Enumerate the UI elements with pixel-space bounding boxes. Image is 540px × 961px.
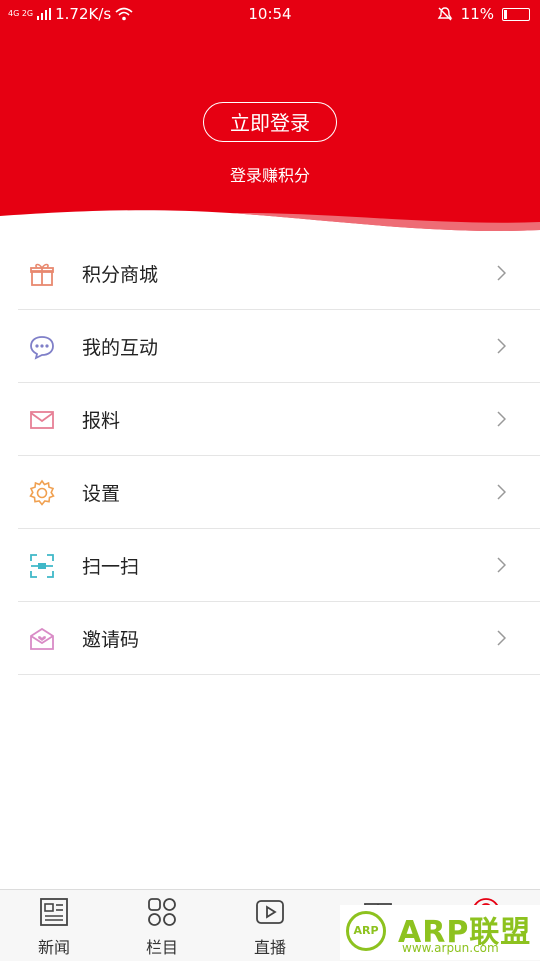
gear-icon <box>29 479 55 506</box>
gift-icon <box>30 263 54 286</box>
menu-item-my-interaction[interactable]: 我的互动 <box>18 310 540 383</box>
menu-item-settings[interactable]: 设置 <box>18 456 540 529</box>
menu-item-report-tip[interactable]: 报料 <box>18 383 540 456</box>
menu-item-label: 设置 <box>82 482 121 505</box>
tab-label: 直播 <box>253 938 286 957</box>
menu-item-label: 邀请码 <box>82 628 140 651</box>
tab-label: 栏目 <box>145 938 178 957</box>
menu-item-label: 报料 <box>82 409 121 432</box>
battery-percent: 11% <box>460 5 494 23</box>
menu-item-label: 我的互动 <box>82 336 159 359</box>
arp-url: www.arpun.com <box>402 941 499 955</box>
scan-icon <box>30 554 54 578</box>
login-button[interactable]: 立即登录 <box>203 102 337 142</box>
chevron-right-icon <box>497 557 506 573</box>
battery-icon <box>502 7 530 21</box>
tab-news[interactable]: 新闻 <box>0 890 108 961</box>
chevron-right-icon <box>497 265 506 281</box>
tab-label: 新闻 <box>37 938 70 957</box>
mail-icon <box>30 411 54 429</box>
chevron-right-icon <box>497 338 506 354</box>
chevron-right-icon <box>497 411 506 427</box>
menu-item-label: 扫一扫 <box>82 555 140 578</box>
chat-bubble-icon <box>30 336 54 360</box>
invite-envelope-icon <box>30 627 54 650</box>
profile-header: 4G 2G 1.72K/s 10:54 11% 立即登录 登录赚积分 <box>0 0 540 235</box>
menu-list: 积分商城 我的互动 报料 设置 扫一扫 邀请码 <box>18 237 540 675</box>
play-icon <box>256 900 284 924</box>
chevron-right-icon <box>497 484 506 500</box>
login-subtitle: 登录赚积分 <box>229 166 310 185</box>
menu-item-invite-code[interactable]: 邀请码 <box>18 602 540 675</box>
arp-logo: ARP <box>346 911 386 951</box>
menu-item-points-mall[interactable]: 积分商城 <box>18 237 540 310</box>
tab-columns[interactable]: 栏目 <box>108 890 216 961</box>
chevron-right-icon <box>497 630 506 646</box>
status-bar: 4G 2G 1.72K/s 10:54 11% <box>0 0 540 28</box>
grid-icon <box>148 898 176 926</box>
tab-live[interactable]: 直播 <box>216 890 324 961</box>
arp-watermark: ARP ARP联盟 www.arpun.com <box>340 905 540 960</box>
menu-item-label: 积分商城 <box>82 263 159 286</box>
bell-off-icon <box>437 7 452 21</box>
newspaper-icon <box>40 898 68 926</box>
menu-item-scan[interactable]: 扫一扫 <box>18 529 540 602</box>
